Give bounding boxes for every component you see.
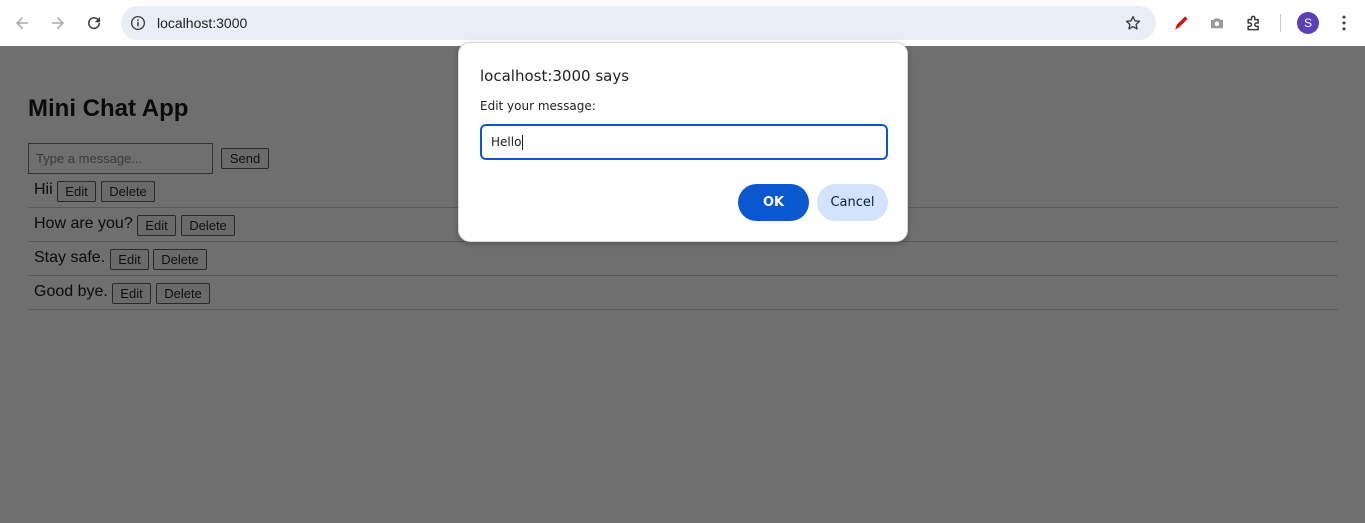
delete-button[interactable]: Delete [101, 181, 155, 202]
delete-button[interactable]: Delete [181, 215, 235, 236]
dialog-input[interactable]: Hello [480, 124, 888, 160]
extensions-puzzle-icon[interactable] [1243, 12, 1265, 34]
bookmark-star-icon[interactable] [1124, 14, 1142, 32]
site-info-icon[interactable] [129, 14, 147, 32]
message-input-placeholder: Type a message... [36, 151, 143, 166]
message-text: Stay safe. [34, 249, 106, 266]
message-row: Good bye. [28, 276, 1338, 310]
more-menu-icon[interactable] [1334, 12, 1354, 34]
browser-toolbar: localhost:3000 S [0, 0, 1365, 46]
message-text: Hii [34, 181, 53, 198]
dialog-input-value: Hello [491, 135, 522, 149]
edit-button[interactable]: Edit [110, 249, 149, 270]
message-text: How are you? [34, 215, 133, 232]
address-bar[interactable]: localhost:3000 [121, 6, 1156, 40]
message-text: Good bye. [34, 283, 108, 300]
edit-button[interactable]: Edit [57, 181, 96, 202]
cancel-button[interactable]: Cancel [817, 184, 888, 221]
page-title: Mini Chat App [28, 95, 189, 122]
forward-arrow-icon[interactable] [46, 11, 70, 35]
text-caret [522, 134, 524, 150]
dialog-prompt: Edit your message: [480, 99, 596, 113]
message-row: Stay safe. [28, 242, 1338, 276]
edit-button[interactable]: Edit [137, 215, 176, 236]
dialog-title: localhost:3000 says [480, 67, 630, 85]
send-button[interactable]: Send [221, 148, 269, 169]
delete-button[interactable]: Delete [153, 249, 207, 270]
profile-avatar[interactable]: S [1297, 12, 1319, 34]
url-text: localhost:3000 [157, 15, 248, 31]
delete-button[interactable]: Delete [156, 283, 210, 304]
message-input[interactable]: Type a message... [28, 143, 213, 174]
back-arrow-icon[interactable] [10, 11, 34, 35]
pen-extension-icon[interactable] [1170, 12, 1192, 34]
edit-button[interactable]: Edit [112, 283, 151, 304]
camera-icon[interactable] [1206, 12, 1228, 34]
toolbar-divider [1280, 14, 1281, 32]
ok-button[interactable]: OK [738, 184, 809, 221]
reload-icon[interactable] [82, 11, 106, 35]
prompt-dialog: localhost:3000 says Edit your message: H… [458, 42, 908, 242]
